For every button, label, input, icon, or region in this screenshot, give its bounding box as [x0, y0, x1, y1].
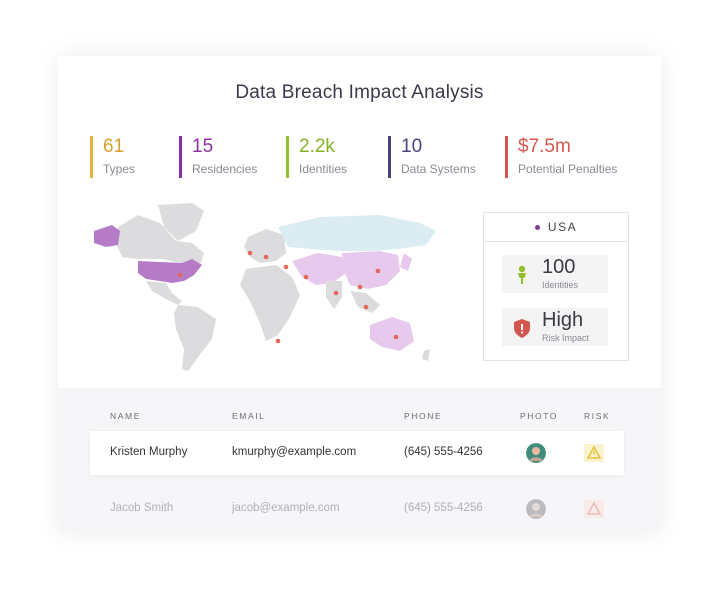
row-name: Kristen Murphy — [110, 446, 188, 458]
identities-label: Identities — [542, 280, 579, 290]
map-region-new-zealand[interactable] — [422, 349, 430, 361]
map-marker-icon[interactable] — [333, 290, 339, 296]
country-dot-icon — [534, 225, 540, 231]
map-region-alaska[interactable] — [94, 225, 120, 247]
stat-identities: 2.2k Identities — [286, 136, 347, 178]
column-header-name[interactable]: NAME — [110, 411, 141, 421]
warning-triangle-icon[interactable] — [584, 444, 604, 462]
row-email: jacob@example.com — [232, 502, 340, 514]
map-marker-icon[interactable] — [303, 274, 309, 280]
column-header-email[interactable]: EMAIL — [232, 411, 266, 421]
table-row[interactable]: Kristen Murphy kmurphy@example.com (645)… — [90, 431, 624, 475]
column-header-phone[interactable]: PHONE — [404, 411, 442, 421]
row-email: kmurphy@example.com — [232, 446, 357, 458]
stat-residencies: 15 Residencies — [179, 136, 257, 178]
country-header: USA — [484, 213, 628, 242]
map-marker-icon[interactable] — [393, 334, 399, 340]
row-name: Jacob Smith — [110, 502, 174, 514]
map-region-usa[interactable] — [138, 259, 202, 283]
risk-value: High — [542, 309, 584, 331]
column-header-risk[interactable]: RISK — [584, 411, 610, 421]
analysis-card: Data Breach Impact Analysis 61 Types 15 … — [58, 56, 661, 532]
row-phone: (645) 555-4256 — [404, 502, 483, 514]
identities-metric: 100 Identities — [502, 255, 608, 293]
stat-label: Potential Penalties — [518, 162, 618, 176]
map-region-india[interactable] — [326, 281, 342, 309]
avatar[interactable] — [526, 499, 546, 519]
map-marker-icon[interactable] — [247, 250, 253, 256]
map-marker-icon[interactable] — [357, 284, 363, 290]
identity-person-icon — [518, 265, 526, 284]
risk-label: Risk Impact — [542, 333, 590, 343]
map-region-africa[interactable] — [240, 265, 300, 341]
map-region-central-asia[interactable] — [292, 253, 346, 285]
map-marker-icon[interactable] — [283, 264, 289, 270]
map-region-japan[interactable] — [400, 253, 412, 271]
world-map[interactable] — [80, 201, 460, 376]
map-marker-icon[interactable] — [263, 254, 269, 260]
stat-value: 61 — [103, 136, 125, 157]
warning-triangle-icon[interactable] — [584, 500, 604, 518]
column-header-photo[interactable]: PHOTO — [520, 411, 558, 421]
stat-potential-penalties: $7.5m Potential Penalties — [505, 136, 617, 178]
stat-types: 61 Types — [90, 136, 135, 178]
map-marker-icon[interactable] — [275, 338, 281, 344]
country-detail-panel: USA 100 Identities High Risk Impact — [483, 212, 629, 361]
map-region-central-america[interactable] — [146, 281, 182, 305]
map-marker-icon[interactable] — [363, 304, 369, 310]
stat-label: Data Systems — [401, 162, 476, 176]
row-phone: (645) 555-4256 — [404, 446, 483, 458]
stat-data-systems: 10 Data Systems — [388, 136, 476, 178]
stat-label: Residencies — [192, 162, 258, 176]
map-region-southeast-asia[interactable] — [350, 291, 380, 313]
stat-value: 15 — [192, 136, 214, 157]
map-region-australia[interactable] — [370, 317, 414, 351]
risk-metric: High Risk Impact — [502, 308, 608, 346]
risk-shield-icon — [514, 319, 530, 338]
map-marker-icon[interactable] — [177, 272, 183, 278]
map-region-east-asia[interactable] — [342, 251, 400, 289]
stat-label: Identities — [299, 162, 348, 176]
avatar[interactable] — [526, 443, 546, 463]
country-name: USA — [547, 220, 578, 234]
page-title: Data Breach Impact Analysis — [235, 82, 484, 103]
map-region-russia[interactable] — [278, 215, 436, 251]
map-region-south-america[interactable] — [174, 305, 216, 371]
stat-value: 10 — [401, 136, 423, 157]
map-marker-icon[interactable] — [375, 268, 381, 274]
stat-value: $7.5m — [518, 136, 571, 157]
identities-table: NAME EMAIL PHONE PHOTO RISK Kristen Murp… — [58, 388, 661, 532]
stat-value: 2.2k — [299, 136, 335, 157]
identities-value: 100 — [542, 256, 576, 278]
stat-label: Types — [103, 162, 136, 176]
